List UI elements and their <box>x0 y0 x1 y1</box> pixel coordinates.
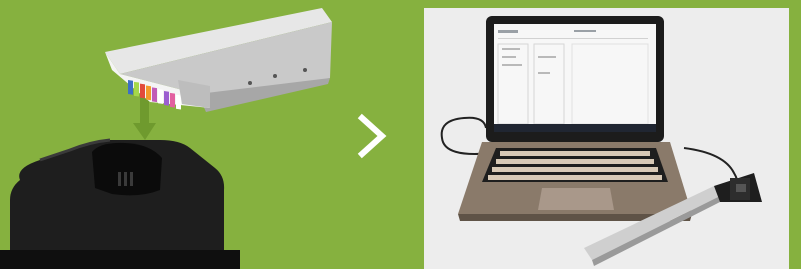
laptop-screen <box>486 16 664 142</box>
charging-dock <box>0 138 240 269</box>
sensor-cartridge <box>105 8 332 112</box>
laptop-base <box>458 142 692 221</box>
left-panel <box>0 0 345 269</box>
image-stage <box>0 0 801 269</box>
laptop-photo <box>424 8 789 269</box>
chevron-right-icon <box>352 112 392 160</box>
